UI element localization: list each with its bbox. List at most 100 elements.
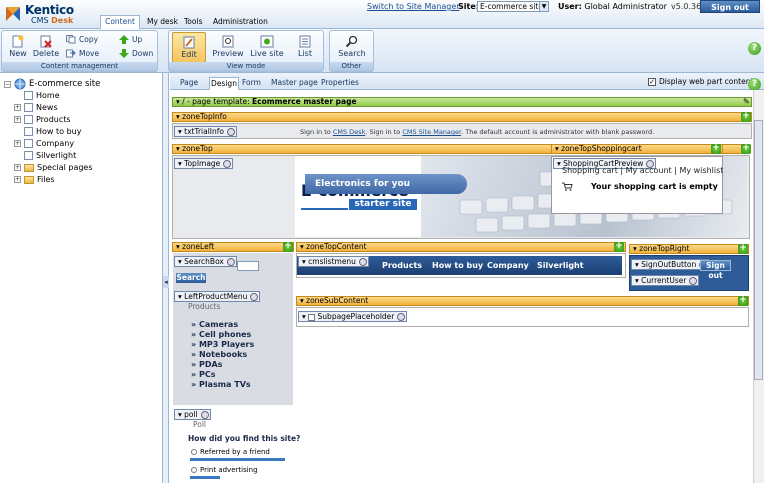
collapse-icon[interactable]: − (4, 80, 11, 88)
category-pdas[interactable]: » PDAs (191, 360, 222, 369)
switch-to-site-manager-link[interactable]: Switch to Site Manager (367, 2, 460, 11)
expand-icon[interactable]: + (14, 176, 21, 183)
tree-item-home[interactable]: Home (24, 91, 60, 100)
tab-form[interactable]: Form (242, 78, 261, 87)
tab-master-page[interactable]: Master page (271, 78, 318, 87)
search-box-button[interactable]: Search (176, 273, 206, 283)
display-web-part-content-toggle[interactable]: ✓ Display web part content (648, 77, 753, 86)
gear-icon[interactable] (200, 411, 209, 419)
tab-properties[interactable]: Properties (321, 78, 359, 87)
tree-item-how-to-buy[interactable]: How to buy (24, 127, 81, 136)
page-template-bar[interactable]: ▾ / - page template: Ecommerce master pa… (172, 97, 752, 107)
category-notebooks[interactable]: » Notebooks (191, 350, 247, 359)
nav-tools[interactable]: Tools (180, 16, 206, 28)
list-button[interactable]: List (291, 35, 319, 58)
zone-top-shopping-cart-bar[interactable]: ▾ zoneTopShoppingcart (551, 144, 723, 154)
category-pcs[interactable]: » PCs (191, 370, 215, 379)
edit-button[interactable]: Edit (172, 32, 206, 63)
sign-out-button[interactable]: Sign out (700, 0, 760, 13)
expand-icon[interactable]: + (14, 140, 21, 147)
gear-icon[interactable] (397, 313, 406, 321)
webpart-subpage-placeholder[interactable]: ▾ SubpagePlaceholder (298, 311, 408, 322)
checkbox-checked-icon[interactable]: ✓ (648, 77, 656, 86)
live-site-button[interactable]: Live site (249, 35, 285, 58)
webpart-poll[interactable]: ▾ poll (174, 409, 211, 420)
menu-item-products[interactable]: Products (382, 261, 422, 270)
zone-sub-content-bar[interactable]: ▾ zoneSubContent (296, 296, 749, 306)
search-box-input[interactable] (237, 261, 259, 271)
add-webpart-icon[interactable]: + (614, 242, 624, 252)
gear-icon[interactable] (689, 277, 698, 285)
radio-icon[interactable] (191, 449, 197, 455)
webpart-txt-trial-info[interactable]: ▾ txtTrialInfo (174, 126, 237, 137)
collapse-pane-icon[interactable]: ◂ (163, 276, 169, 288)
nav-content[interactable]: Content (100, 15, 140, 29)
webpart-current-user[interactable]: ▾ CurrentUser (631, 275, 700, 286)
cart-links[interactable]: Shopping cart | My account | My wishlist (562, 166, 723, 175)
tab-page[interactable]: Page (180, 78, 198, 87)
expand-icon[interactable]: + (14, 104, 21, 111)
add-webpart-icon[interactable]: + (711, 144, 721, 154)
tree-item-company[interactable]: + Company (14, 139, 74, 148)
category-plasma-tvs[interactable]: » Plasma TVs (191, 380, 251, 389)
copy-button[interactable]: Copy (66, 35, 98, 44)
cms-desk-link[interactable]: CMS Desk (333, 128, 366, 136)
delete-button[interactable]: Delete (32, 35, 60, 58)
expand-icon[interactable]: + (14, 116, 21, 123)
poll-option-2[interactable]: Print advertising (191, 466, 258, 474)
add-webpart-icon[interactable]: + (283, 242, 293, 252)
edit-template-icon[interactable]: ✎ (743, 97, 751, 107)
category-mp3-players[interactable]: » MP3 Players (191, 340, 254, 349)
add-webpart-icon[interactable]: + (741, 144, 751, 154)
zone-sign-out-button[interactable]: Sign out (700, 260, 731, 280)
content-tree: − E-commerce site Home + News + Products H… (0, 73, 163, 483)
gear-icon[interactable] (250, 293, 259, 301)
zone-top-right-bar[interactable]: ▾ zoneTopRight (629, 244, 749, 254)
banner-tagline: Electronics for you (305, 174, 467, 194)
category-cell-phones[interactable]: » Cell phones (191, 330, 251, 339)
move-button[interactable]: Move (66, 49, 99, 58)
zone-top-content-bar[interactable]: ▾ zoneTopContent (296, 242, 626, 252)
down-button[interactable]: Down (119, 49, 153, 58)
tree-item-files[interactable]: + Files (14, 175, 55, 184)
tree-item-products[interactable]: + Products (14, 115, 71, 124)
search-button[interactable]: Search (334, 35, 370, 58)
zone-top-info-bar[interactable]: ▾ zoneTopInfo (172, 112, 752, 122)
tab-design[interactable]: Design (209, 77, 239, 90)
up-button[interactable]: Up (119, 35, 142, 44)
menu-item-silverlight[interactable]: Silverlight (537, 261, 584, 270)
new-button[interactable]: New (6, 35, 30, 58)
webpart-top-image[interactable]: ▾ TopImage (174, 158, 234, 169)
webpart-sign-out-button[interactable]: ▾ SignOutButton (631, 259, 710, 270)
webpart-cms-list-menu[interactable]: ▾ cmslistmenu (298, 256, 369, 267)
kentico-logo-icon (6, 7, 20, 21)
help-icon[interactable]: ? (748, 42, 761, 55)
tree-root[interactable]: − E-commerce site (4, 78, 100, 90)
gear-icon[interactable] (223, 160, 232, 168)
nav-administration[interactable]: Administration (209, 16, 272, 28)
menu-item-how-to-buy[interactable]: How to buy (432, 261, 483, 270)
tree-item-special-pages[interactable]: + Special pages (14, 163, 93, 172)
menu-item-company[interactable]: Company (487, 261, 529, 270)
tree-item-silverlight[interactable]: Silverlight (24, 151, 76, 160)
gear-icon[interactable] (226, 258, 235, 266)
category-cameras[interactable]: » Cameras (191, 320, 238, 329)
add-webpart-icon[interactable]: + (738, 296, 748, 306)
gear-icon[interactable] (358, 258, 367, 266)
add-webpart-icon[interactable]: + (741, 112, 751, 122)
zone-left-bar[interactable]: ▾ zoneLeft (172, 242, 294, 252)
site-manager-link[interactable]: CMS Site Manager (402, 128, 461, 136)
add-webpart-icon[interactable]: + (738, 244, 748, 254)
site-select[interactable]: E-commerce site ▼ (477, 1, 549, 12)
preview-button[interactable]: Preview (211, 35, 245, 58)
chevron-down-icon[interactable]: ▼ (539, 2, 548, 11)
radio-icon[interactable] (191, 467, 197, 473)
scrollbar-thumb[interactable] (754, 120, 763, 380)
poll-option-1[interactable]: Referred by a friend (191, 448, 270, 456)
tree-item-news[interactable]: + News (14, 103, 58, 112)
nav-my-desk[interactable]: My desk (143, 16, 182, 28)
webpart-search-box[interactable]: ▾ SearchBox (174, 256, 237, 267)
gear-icon[interactable] (227, 128, 235, 136)
webpart-left-product-menu[interactable]: ▾ LeftProductMenu (174, 291, 261, 302)
expand-icon[interactable]: + (14, 164, 21, 171)
